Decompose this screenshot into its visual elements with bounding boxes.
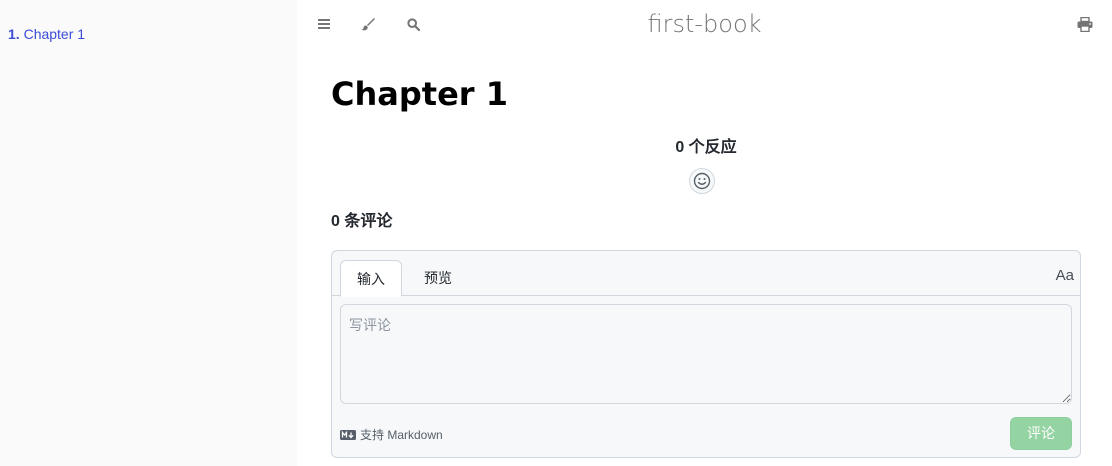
font-toggle-button[interactable]: Aa [1056, 267, 1074, 284]
chapter-title: Chapter 1 [331, 75, 508, 113]
book-title: first-book [647, 10, 762, 38]
toc-label: Chapter 1 [23, 26, 86, 42]
submit-comment-button[interactable]: 评论 [1010, 417, 1072, 450]
sidebar: 1. Chapter 1 [0, 0, 297, 466]
toc-number: 1. [8, 26, 20, 42]
menu-bar: first-book [297, 0, 1112, 50]
markdown-hint-link[interactable]: 支持 Markdown [340, 426, 443, 443]
smiley-icon [693, 172, 711, 190]
markdown-hint-label: 支持 Markdown [360, 428, 443, 442]
add-reaction-button[interactable] [689, 168, 715, 194]
reactions-header: 0 个反应 [675, 139, 737, 156]
tab-preview[interactable]: 预览 [408, 260, 468, 297]
comment-input[interactable] [340, 304, 1072, 404]
sidebar-item-chapter-1[interactable]: 1. Chapter 1 [8, 25, 85, 43]
comment-tabs: 输入 预览 Aa [332, 251, 1080, 297]
tab-write[interactable]: 输入 [340, 260, 402, 297]
comment-box: 输入 预览 Aa 支持 Markdown 评论 [331, 250, 1081, 458]
print-icon[interactable] [1074, 13, 1096, 35]
markdown-icon [340, 429, 356, 440]
comments-header: 0 条评论 [331, 213, 393, 230]
